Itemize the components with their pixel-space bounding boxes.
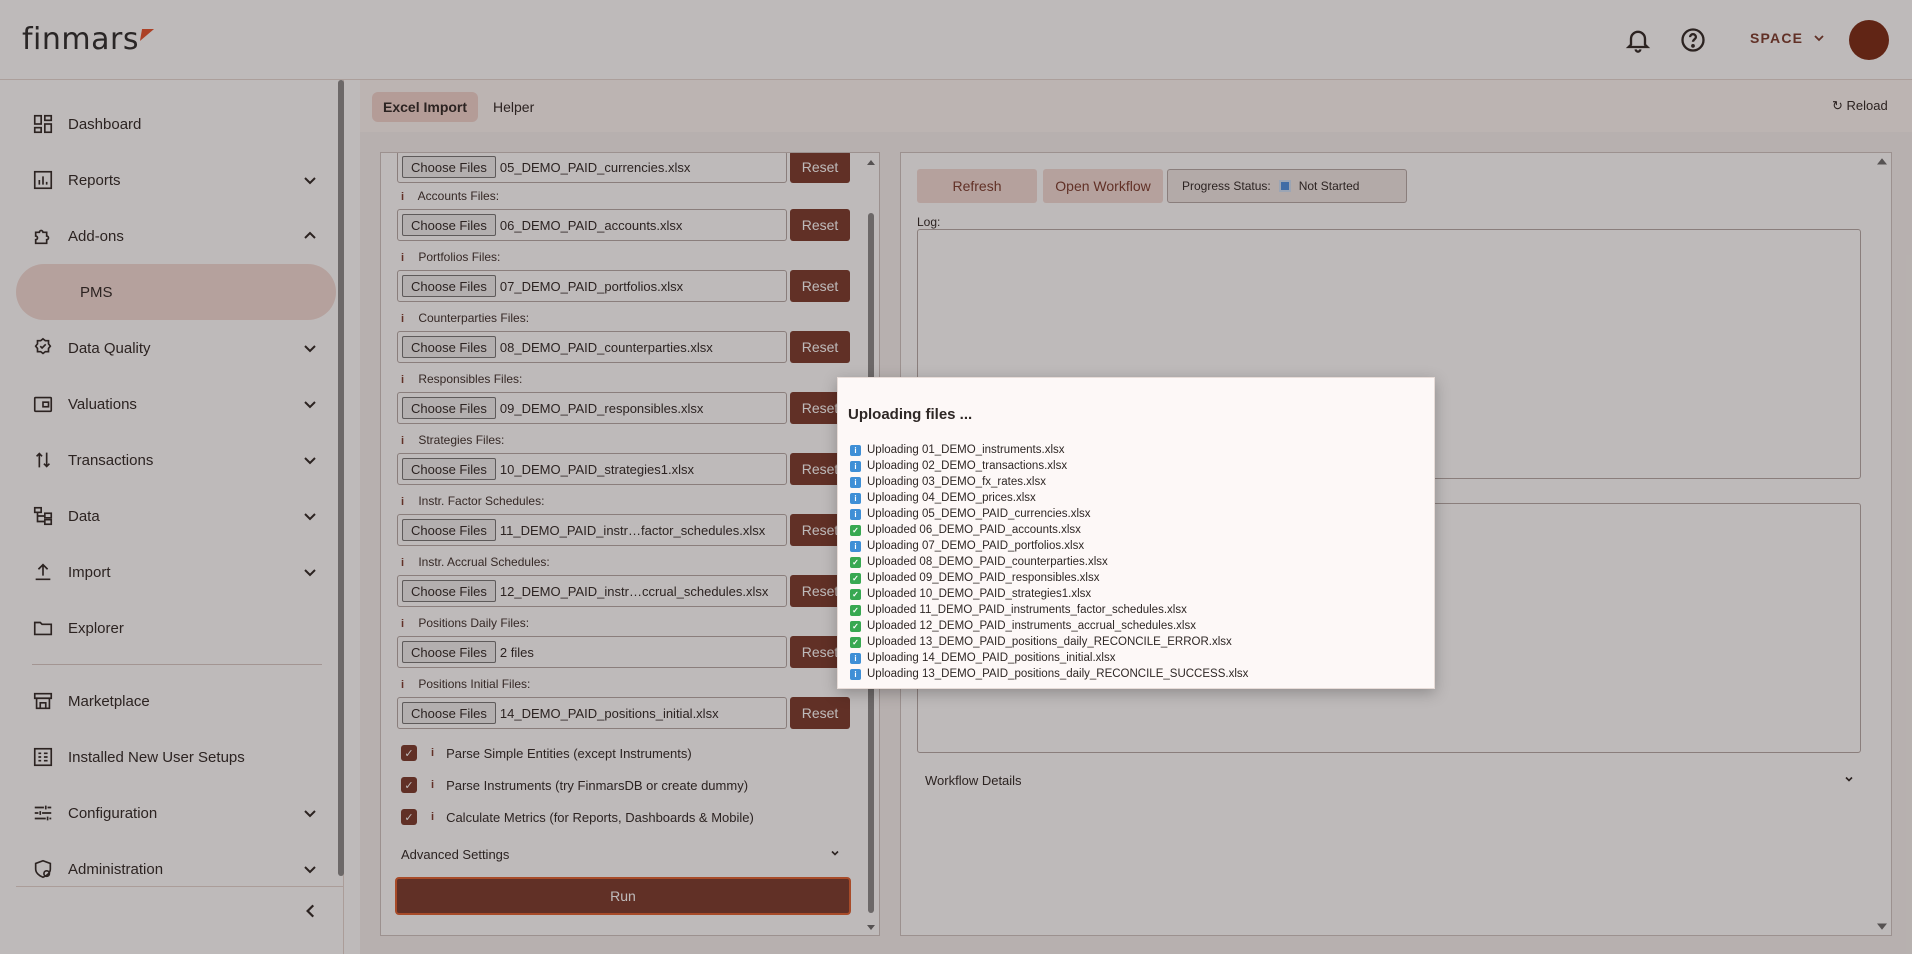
upload-status-item: i Uploading 01_DEMO_instruments.xlsx xyxy=(850,442,1248,458)
check-badge-icon: ✓ xyxy=(850,636,861,648)
info-badge-icon: i xyxy=(850,492,861,504)
upload-status-text: Uploaded 13_DEMO_PAID_positions_daily_RE… xyxy=(867,636,1232,648)
check-badge-icon: ✓ xyxy=(850,604,861,616)
info-badge-icon: i xyxy=(850,460,861,472)
upload-status-item: ✓ Uploaded 08_DEMO_PAID_counterparties.xl… xyxy=(850,554,1248,570)
upload-status-list: i Uploading 01_DEMO_instruments.xlsx i Uplo… xyxy=(850,442,1248,682)
upload-status-item: i Uploading 03_DEMO_fx_rates.xlsx xyxy=(850,474,1248,490)
upload-status-text: Uploaded 09_DEMO_PAID_responsibles.xlsx xyxy=(867,572,1100,584)
upload-status-text: Uploaded 10_DEMO_PAID_strategies1.xlsx xyxy=(867,588,1092,600)
dialog-title: Uploading files ... xyxy=(848,406,973,423)
info-badge-icon: i xyxy=(850,476,861,488)
upload-status-item: i Uploading 13_DEMO_PAID_positions_daily_… xyxy=(850,666,1248,682)
upload-status-text: Uploading 02_DEMO_transactions.xlsx xyxy=(867,460,1068,472)
upload-status-text: Uploading 05_DEMO_PAID_currencies.xlsx xyxy=(867,508,1091,520)
upload-status-item: ✓ Uploaded 11_DEMO_PAID_instruments_facto… xyxy=(850,602,1248,618)
check-badge-icon: ✓ xyxy=(850,556,861,568)
upload-status-item: ✓ Uploaded 09_DEMO_PAID_responsibles.xlsx xyxy=(850,570,1248,586)
upload-status-item: ✓ Uploaded 06_DEMO_PAID_accounts.xlsx xyxy=(850,522,1248,538)
upload-status-text: Uploading 04_DEMO_prices.xlsx xyxy=(867,492,1036,504)
upload-status-item: i Uploading 02_DEMO_transactions.xlsx xyxy=(850,458,1248,474)
upload-status-item: i Uploading 04_DEMO_prices.xlsx xyxy=(850,490,1248,506)
upload-status-text: Uploading 14_DEMO_PAID_positions_initial… xyxy=(867,652,1116,664)
upload-status-text: Uploading 03_DEMO_fx_rates.xlsx xyxy=(867,476,1046,488)
check-badge-icon: ✓ xyxy=(850,572,861,584)
upload-status-item: ✓ Uploaded 10_DEMO_PAID_strategies1.xlsx xyxy=(850,586,1248,602)
upload-status-item: ✓ Uploaded 12_DEMO_PAID_instruments_accru… xyxy=(850,618,1248,634)
check-badge-icon: ✓ xyxy=(850,620,861,632)
upload-status-text: Uploading 13_DEMO_PAID_positions_daily_R… xyxy=(867,668,1249,680)
upload-status-text: Uploaded 11_DEMO_PAID_instruments_factor… xyxy=(867,604,1187,616)
info-badge-icon: i xyxy=(850,668,861,680)
upload-status-text: Uploaded 12_DEMO_PAID_instruments_accrua… xyxy=(867,620,1196,632)
upload-progress-dialog: Uploading files ... i Uploading 01_DEMO_i… xyxy=(837,377,1435,689)
upload-status-text: Uploaded 06_DEMO_PAID_accounts.xlsx xyxy=(867,524,1081,536)
upload-status-text: Uploading 07_DEMO_PAID_portfolios.xlsx xyxy=(867,540,1085,552)
info-badge-icon: i xyxy=(850,444,861,456)
upload-status-text: Uploading 01_DEMO_instruments.xlsx xyxy=(867,444,1065,456)
check-badge-icon: ✓ xyxy=(850,588,861,600)
upload-status-item: i Uploading 07_DEMO_PAID_portfolios.xlsx xyxy=(850,538,1248,554)
info-badge-icon: i xyxy=(850,540,861,552)
upload-status-item: i Uploading 05_DEMO_PAID_currencies.xlsx xyxy=(850,506,1248,522)
check-badge-icon: ✓ xyxy=(850,524,861,536)
info-badge-icon: i xyxy=(850,508,861,520)
upload-status-text: Uploaded 08_DEMO_PAID_counterparties.xls… xyxy=(867,556,1108,568)
info-badge-icon: i xyxy=(850,652,861,664)
upload-status-item: ✓ Uploaded 13_DEMO_PAID_positions_daily_R… xyxy=(850,634,1248,650)
upload-status-item: i Uploading 14_DEMO_PAID_positions_initia… xyxy=(850,650,1248,666)
